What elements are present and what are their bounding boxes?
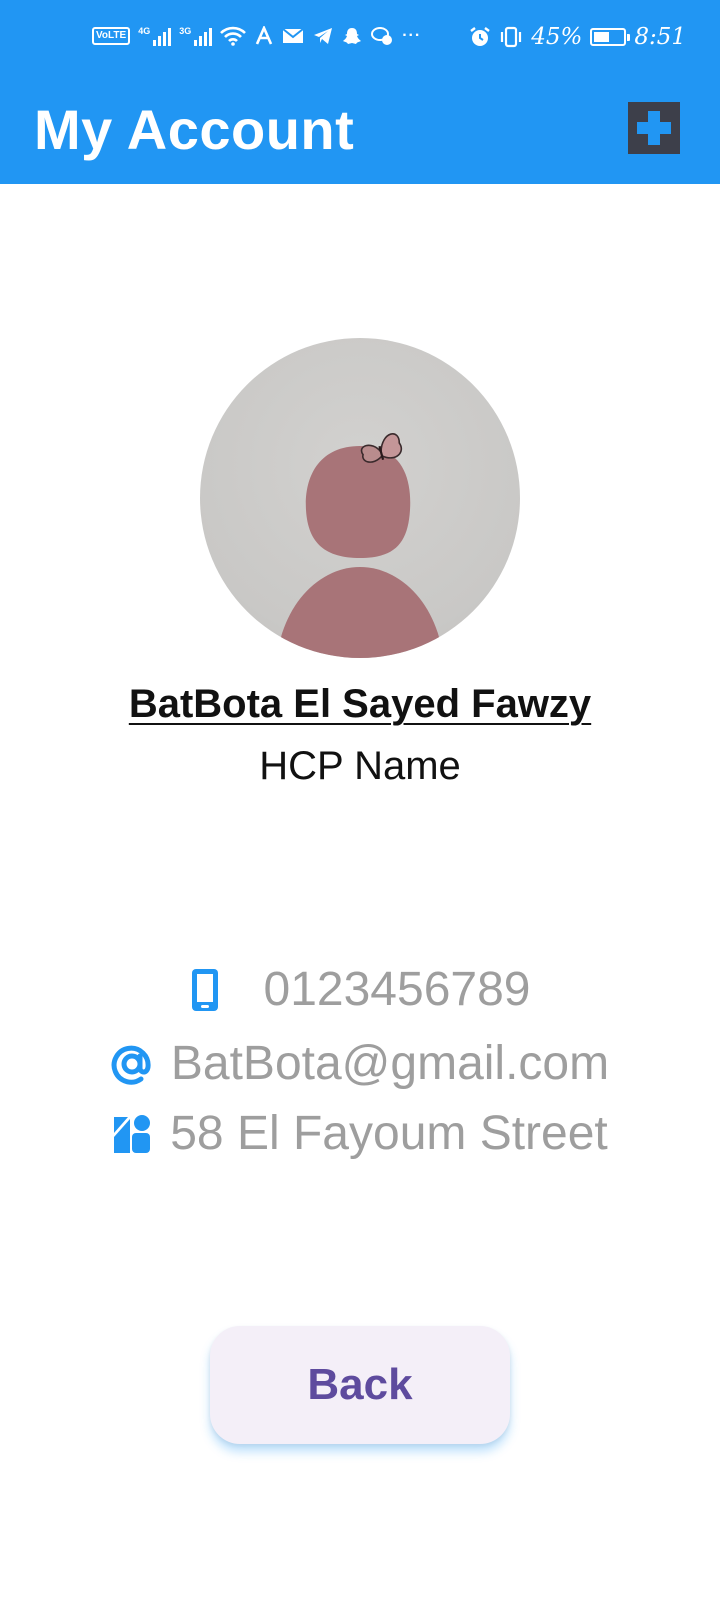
avatar — [200, 338, 520, 658]
battery-level — [594, 32, 609, 42]
translate-icon — [256, 26, 273, 45]
vibrate-icon — [501, 26, 522, 48]
mail-icon — [282, 28, 304, 43]
notification-icons: ··· — [220, 26, 421, 46]
battery-icon — [590, 28, 631, 46]
volte-badge: VoLTE — [92, 27, 131, 45]
smartphone-icon — [191, 969, 218, 1011]
clock: 8:51 — [634, 24, 686, 50]
battery-percent: 45% — [531, 24, 583, 50]
status-bar: VoLTE 4G 3G ··· 45% 8:51 — [0, 0, 720, 88]
add-button[interactable] — [628, 102, 680, 154]
phone-number: 0123456789 — [263, 963, 531, 1016]
status-bar-left: VoLTE 4G 3G ··· — [92, 26, 421, 46]
email-row: BatBota@gmail.com — [0, 1034, 720, 1094]
status-bar-right: 45% 8:51 — [469, 24, 686, 50]
street-address: 58 El Fayoum Street — [170, 1107, 608, 1160]
user-name: BatBota El Sayed Fawzy — [128, 682, 592, 726]
snapchat-icon — [343, 28, 362, 44]
chat-icon — [371, 27, 393, 45]
telegram-icon — [314, 28, 333, 44]
phone-row: 0123456789 — [0, 960, 720, 1020]
more-icon: ··· — [402, 27, 422, 44]
wifi-icon — [220, 26, 247, 46]
sim1-signal-icon: 4G — [138, 26, 172, 46]
avatar-image — [276, 433, 444, 658]
sim2-signal-icon: 3G — [179, 26, 213, 46]
email-address: BatBota@gmail.com — [170, 1037, 610, 1090]
back-button[interactable]: Back — [210, 1326, 510, 1444]
contact-card-icon — [114, 1115, 151, 1153]
at-sign-icon — [111, 1045, 151, 1085]
address-row: 58 El Fayoum Street — [0, 1104, 720, 1164]
alarm-icon — [470, 27, 490, 46]
back-button-label: Back — [307, 1360, 413, 1409]
page-title: My Account — [34, 98, 355, 161]
app-bar: VoLTE 4G 3G ··· 45% 8:51 My Account — [0, 0, 720, 184]
user-role-subtitle: HCP Name — [259, 744, 461, 788]
